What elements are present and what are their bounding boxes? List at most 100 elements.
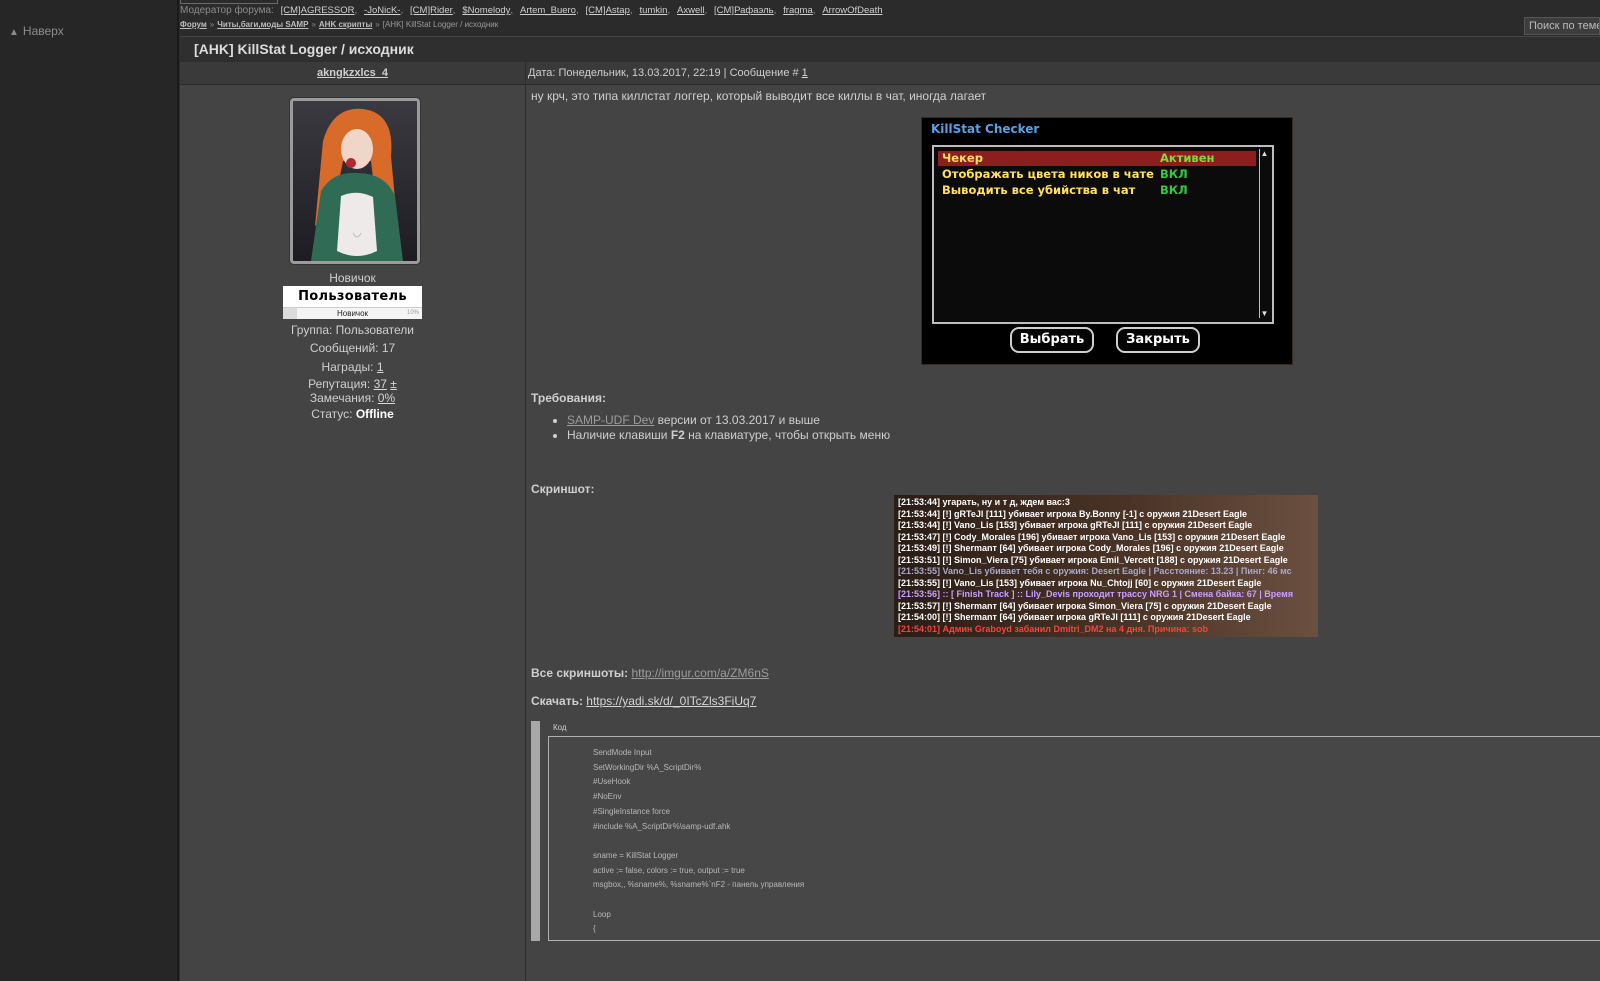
requirement-text: Наличие клавиши xyxy=(567,428,671,442)
screenshot-label: Скриншот: xyxy=(531,482,595,496)
killstat-option-value: Активен xyxy=(1160,151,1215,165)
moderator-link[interactable]: [CM]Rider xyxy=(410,5,453,16)
code-content[interactable]: SendMode Input SetWorkingDir %A_ScriptDir… xyxy=(548,736,1600,941)
killstat-scrollbar: ▲ ▼ xyxy=(1259,149,1269,318)
breadcrumb-subcategory[interactable]: AHK скрипты xyxy=(319,20,372,29)
breadcrumb-separator: » xyxy=(209,20,215,29)
requirements-list: SAMP-UDF Dev версии от 13.03.2017 и выше… xyxy=(549,413,890,443)
chat-log-text: :: [ Finish Track ] :: Lily_Devis проход… xyxy=(940,589,1294,599)
chat-log-text: [!] Shermanт [64] убивает игрока Cody_Mo… xyxy=(940,543,1284,553)
moderator-link[interactable]: Artem_Buero xyxy=(520,5,576,16)
chat-log-screenshot[interactable]: [21:53:44] угарать, ну и т д, ждем вас:3… xyxy=(894,495,1318,637)
left-sidebar: ▲ Наверх xyxy=(0,0,179,981)
moderators-line: Модератор форума: [CM]AGRESSOR, -JoNicK-… xyxy=(180,5,883,16)
requirement-item: SAMP-UDF Dev версии от 13.03.2017 и выше xyxy=(567,413,890,427)
top-bar: Модератор форума: [CM]AGRESSOR, -JoNicK-… xyxy=(180,0,1600,36)
moderator-link[interactable]: [CM]Astap xyxy=(586,5,630,16)
avatar-image xyxy=(293,101,417,261)
moderator-link[interactable]: [CM]Рафаэль xyxy=(714,5,774,16)
user-status: Статус: Offline xyxy=(180,407,525,421)
scroll-to-top-link[interactable]: ▲ Наверх xyxy=(9,24,64,38)
killstat-checker-screenshot[interactable]: KillStat Checker Чекер Активен Отображат… xyxy=(921,117,1293,365)
requirement-key: F2 xyxy=(670,428,685,442)
killstat-option-name: Отображать цвета ников в чате xyxy=(942,167,1154,181)
top-input-stub[interactable] xyxy=(180,0,278,4)
code-line: #SingleInstance force xyxy=(593,806,670,816)
awards-link[interactable]: 1 xyxy=(377,360,384,374)
code-line: #include %A_ScriptDir%\samp-udf.ahk xyxy=(593,821,731,831)
chat-log-text: [!] gRTeJl [111] убивает игрока By.Bonny… xyxy=(940,508,1248,519)
requirement-item: Наличие клавиши F2 на клавиатуре, чтобы … xyxy=(567,428,890,442)
code-line: active := false, colors := true, output … xyxy=(593,865,745,875)
post-author-link[interactable]: akngkzxlcs_4 xyxy=(180,67,525,79)
chat-log-line: [21:53:44] угарать, ну и т д, ждем вас:3 xyxy=(898,497,1070,508)
user-messages: Сообщений: 17 xyxy=(309,341,396,355)
thread-title: [AHK] KillStat Logger / исходник xyxy=(194,41,414,57)
chat-log-text: Админ Graboyd забанил Dmitri_DM2 на 4 дн… xyxy=(940,623,1209,634)
search-in-topic-button[interactable]: Поиск по теме xyxy=(1524,17,1600,35)
chat-log-line: [21:53:55] [!] Vano_Lis [153] убивает иг… xyxy=(898,578,1261,589)
rank-badge: Пользователь Новичок 10% xyxy=(283,286,422,319)
thread-header: [AHK] KillStat Logger / исходник xyxy=(180,36,1600,63)
moderator-link[interactable]: [CM]AGRESSOR xyxy=(281,5,355,16)
chat-log-time: [21:53:47] xyxy=(898,531,941,542)
chat-log-time: [21:53:55] xyxy=(898,566,941,576)
moderator-link[interactable]: tumkin xyxy=(639,5,667,16)
download-link[interactable]: https://yadi.sk/d/_0ITcZls3FiUq7 xyxy=(586,694,756,708)
imgur-link[interactable]: http://imgur.com/a/ZM6nS xyxy=(631,666,768,680)
moderators-label: Модератор форума: xyxy=(180,5,274,16)
moderator-link[interactable]: fragma xyxy=(783,5,813,16)
code-block: Код SendMode Input SetWorkingDir %A_Scrip… xyxy=(531,721,1600,941)
warnings-link[interactable]: 0% xyxy=(378,391,395,405)
requirement-text: на клавиатуре, чтобы открыть меню xyxy=(684,428,891,442)
warnings-label: Замечания: xyxy=(309,391,375,405)
killstat-option-value: ВКЛ xyxy=(1160,183,1188,197)
breadcrumb: Форум» Читы,баги,моды SAMP» AHK скрипты» [A… xyxy=(180,20,498,29)
moderator-link[interactable]: ArrowOfDeath xyxy=(822,5,882,16)
killstat-option-row: Чекер Активен xyxy=(938,151,1256,166)
post-date: Дата: Понедельник, 13.03.2017, 22:19 | С… xyxy=(528,67,799,79)
killstat-close-button: Закрыть xyxy=(1116,327,1200,353)
code-line: #UseHook xyxy=(593,777,631,787)
rank-progress-label: Новичок xyxy=(336,309,369,318)
all-screenshots-label: Все скриншоты: xyxy=(531,666,629,680)
post-header: akngkzxlcs_4 Дата: Понедельник, 13.03.20… xyxy=(180,62,1600,85)
chat-log-text: [!] Vano_Lis [153] убивает игрока gRTeJl… xyxy=(940,520,1253,530)
chat-log-line: [21:53:44] [!] gRTeJl [111] убивает игро… xyxy=(898,509,1247,520)
chat-log-text: угарать, ну и т д, ждем вас:3 xyxy=(940,497,1070,507)
breadcrumb-current: [AHK] KillStat Logger / исходник xyxy=(382,20,499,29)
rank-progress-percent: 10% xyxy=(406,310,419,316)
user-rank: Новичок xyxy=(329,271,376,285)
code-line: SetWorkingDir %A_ScriptDir% xyxy=(593,762,702,772)
user-group: Группа: Пользователи xyxy=(290,323,415,337)
awards-label: Награды: xyxy=(321,360,374,374)
avatar[interactable] xyxy=(290,98,420,264)
breadcrumb-separator: » xyxy=(375,20,380,29)
chat-log-line: [21:53:49] [!] Shermanт [64] убивает игр… xyxy=(898,543,1284,554)
reputation-change-link[interactable]: ± xyxy=(390,377,397,391)
chat-log-text: [!] Shermanт [64] убивает игрока gRTeJl … xyxy=(940,612,1251,622)
code-line: Loop xyxy=(593,909,611,919)
code-line: #NoEnv xyxy=(593,792,622,802)
killstat-option-name: Выводить все убийства в чат xyxy=(942,183,1136,197)
moderator-link[interactable]: -JoNicK- xyxy=(364,5,400,16)
post-number-link[interactable]: 1 xyxy=(802,67,808,79)
code-line: SendMode Input xyxy=(593,748,652,757)
user-info-column: Новичок Пользователь Новичок 10% Группа:… xyxy=(180,85,525,981)
moderator-link[interactable]: Axwell xyxy=(677,5,704,16)
breadcrumb-separator: » xyxy=(311,20,316,29)
chat-log-line: [21:53:47] [!] Cody_Morales [196] убивае… xyxy=(898,532,1285,543)
breadcrumb-forum[interactable]: Форум xyxy=(180,20,207,29)
killstat-options-list: Чекер Активен Отображать цвета ников в ч… xyxy=(932,145,1274,324)
reputation-link[interactable]: 37 xyxy=(374,377,387,391)
chat-log-text: [!] Cody_Morales [196] убивает игрока Va… xyxy=(940,531,1286,542)
breadcrumb-category[interactable]: Читы,баги,моды SAMP xyxy=(217,20,308,29)
chat-log-time: [21:53:51] xyxy=(898,554,941,565)
post-content: ну крч, это типа киллстат логгер, которы… xyxy=(526,85,1600,981)
moderator-link[interactable]: $Nomelody xyxy=(462,5,510,16)
status-label: Статус: xyxy=(311,407,353,421)
code-label: Код xyxy=(553,723,567,732)
chat-log-time: [21:54:01] xyxy=(898,623,941,634)
samp-udf-link[interactable]: SAMP-UDF Dev xyxy=(567,413,654,427)
chat-log-line: [21:53:51] [!] Simon_Viera [75] убивает … xyxy=(898,555,1288,566)
